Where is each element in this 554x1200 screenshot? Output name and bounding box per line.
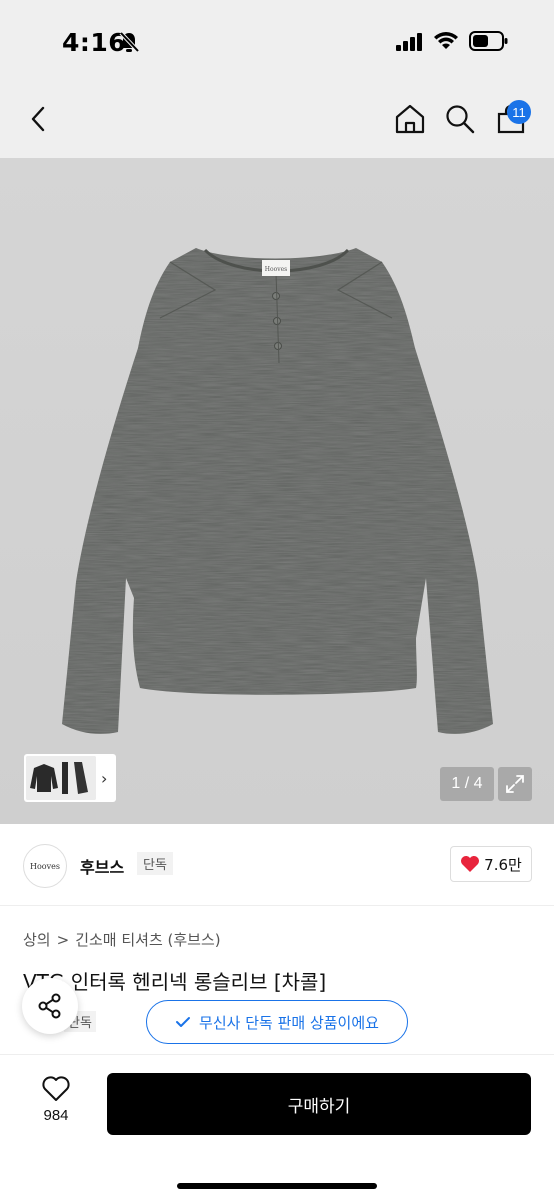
search-icon — [446, 105, 475, 134]
heart-outline-icon — [42, 1076, 70, 1101]
brand-like-count: 7.6만 — [484, 855, 522, 874]
status-time: 4:16 — [62, 28, 127, 57]
signal-icon — [396, 33, 422, 51]
back-button[interactable] — [18, 98, 60, 140]
wishlist-button[interactable]: 984 — [26, 1075, 86, 1135]
chevron-left-icon — [31, 106, 45, 132]
expand-icon — [506, 775, 524, 793]
brand-like-button[interactable]: 7.6만 — [450, 846, 532, 882]
exclusive-banner: 무신사 단독 판매 상품이에요 — [146, 1000, 408, 1044]
brand-exclusive-tag: 단독 — [137, 852, 173, 875]
home-button[interactable] — [389, 98, 431, 140]
product-image[interactable]: Hooves — [0, 158, 554, 824]
garment-image: Hooves — [62, 248, 493, 734]
brand-name[interactable]: 후브스 — [80, 854, 124, 878]
check-icon — [176, 1017, 191, 1027]
status-bar: 4:16 — [0, 0, 554, 82]
cart-count-badge: 11 — [507, 100, 531, 124]
expand-image-button[interactable] — [498, 767, 532, 801]
buy-button[interactable]: 구매하기 — [107, 1073, 531, 1135]
thumbnail-arrow: › — [101, 768, 108, 788]
breadcrumb: 상의 > 긴소매 티셔츠 (후브스) — [23, 929, 221, 950]
wifi-icon — [434, 32, 458, 49]
thumbnail-image — [26, 756, 96, 800]
search-button[interactable] — [439, 98, 481, 140]
bottom-action-bar: 984 구매하기 — [0, 1054, 554, 1200]
home-indicator — [177, 1183, 377, 1189]
thumbnail-strip[interactable]: › — [24, 754, 116, 802]
share-icon — [38, 993, 61, 1019]
bell-slash-icon — [119, 31, 140, 53]
breadcrumb-subcategory[interactable]: 긴소매 티셔츠 (후브스) — [75, 929, 220, 950]
breadcrumb-category[interactable]: 상의 — [23, 929, 51, 950]
home-icon — [395, 104, 425, 134]
garment-label-text: Hooves — [265, 266, 287, 273]
brand-row: Hooves 후브스 단독 7.6만 — [0, 824, 554, 906]
brand-logo[interactable]: Hooves — [23, 844, 67, 888]
breadcrumb-separator: > — [56, 930, 70, 949]
battery-icon — [469, 31, 508, 51]
nav-bar — [0, 82, 554, 158]
image-page-counter: 1 / 4 — [440, 767, 494, 801]
exclusive-banner-text: 무신사 단독 판매 상품이에요 — [199, 1013, 379, 1032]
share-button[interactable] — [22, 978, 78, 1034]
wishlist-count: 984 — [43, 1107, 69, 1124]
heart-icon — [461, 856, 480, 872]
